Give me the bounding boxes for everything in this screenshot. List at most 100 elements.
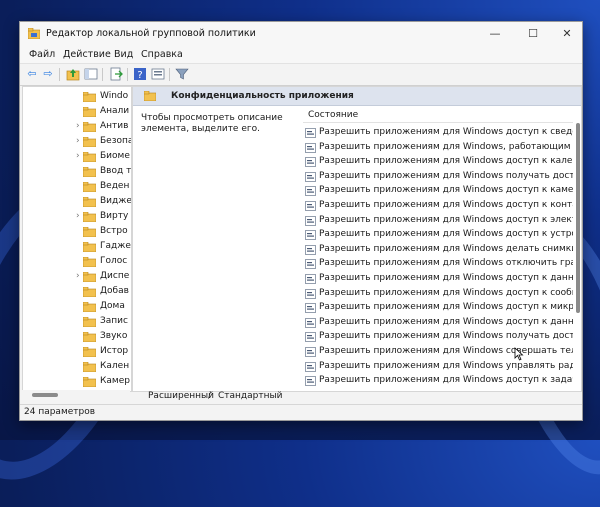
folder-icon <box>83 332 96 342</box>
minimize-button[interactable]: — <box>480 25 510 43</box>
folder-icon <box>144 91 156 101</box>
tree-item-label: Безопа <box>100 136 132 146</box>
maximize-button[interactable]: ☐ <box>518 25 548 43</box>
help-icon[interactable]: ? <box>133 67 147 81</box>
tree-item[interactable]: Звуко <box>23 330 131 344</box>
policy-row[interactable]: Разрешить приложениям для Windows доступ… <box>305 184 573 198</box>
back-arrow-icon[interactable]: ⇦ <box>25 67 39 81</box>
policy-row[interactable]: Разрешить приложениям для Windows доступ… <box>305 199 573 213</box>
tree-item-label: Виджe <box>100 196 132 206</box>
properties-icon[interactable] <box>151 67 165 81</box>
toolbar-separator <box>169 68 170 81</box>
chevron-right-icon[interactable]: › <box>76 121 80 131</box>
policy-setting-icon <box>305 171 316 182</box>
policy-setting-icon <box>305 157 316 168</box>
tree-item[interactable]: › Антив <box>23 120 131 134</box>
tree-item[interactable]: Виджe <box>23 195 131 209</box>
forward-arrow-icon[interactable]: ⇨ <box>41 67 55 81</box>
tree-item[interactable]: Веден <box>23 180 131 194</box>
tree-item[interactable]: Windo <box>23 90 131 104</box>
tree-item[interactable]: Истор <box>23 345 131 359</box>
tree-item[interactable]: Камер <box>23 375 131 389</box>
policy-row[interactable]: Разрешить приложениям для Windows, работ… <box>305 141 573 155</box>
chevron-right-icon[interactable]: › <box>76 151 80 161</box>
policy-row[interactable]: Разрешить приложениям для Windows отключ… <box>305 257 573 271</box>
filter-icon[interactable] <box>175 67 189 81</box>
tree-item[interactable]: Анали <box>23 105 131 119</box>
tree-item[interactable]: Добав <box>23 285 131 299</box>
policy-setting-icon <box>305 274 316 284</box>
folder-icon <box>83 212 96 222</box>
policy-name: Разрешить приложениям для Windows, работ… <box>319 141 573 152</box>
chevron-right-icon[interactable]: › <box>76 211 80 221</box>
tree-item[interactable]: › Диспе <box>23 270 131 284</box>
policy-setting-icon <box>305 244 316 255</box>
policy-name: Разрешить приложениям для Windows доступ… <box>319 287 573 298</box>
policy-name: Разрешить приложениям для Windows доступ… <box>319 214 573 225</box>
tree-item[interactable]: Запис <box>23 315 131 329</box>
policy-name: Разрешить приложениям для Windows получа… <box>319 170 573 181</box>
folder-icon <box>83 137 96 147</box>
tree-item-label: Ввод т <box>100 166 132 176</box>
toolbar-separator <box>59 68 60 81</box>
policy-row[interactable]: Разрешить приложениям для Windows получа… <box>305 170 573 184</box>
policy-row[interactable]: Разрешить приложениям для Windows доступ… <box>305 126 573 140</box>
policy-setting-icon <box>305 361 316 372</box>
policy-row[interactable]: Разрешить приложениям для Windows доступ… <box>305 287 573 301</box>
vertical-scrollbar-thumb[interactable] <box>576 123 580 313</box>
tree-item[interactable]: › Биоме <box>23 150 131 164</box>
tree-item[interactable]: › Безопа <box>23 135 131 149</box>
policy-row[interactable]: Разрешить приложениям для Windows доступ… <box>305 272 573 286</box>
menu-help[interactable]: Справка <box>141 49 183 60</box>
tree-item[interactable]: Кален <box>23 360 131 374</box>
svg-text:?: ? <box>137 70 142 81</box>
menu-view[interactable]: Вид <box>114 49 133 60</box>
gpedit-window: Редактор локальной групповой политики — … <box>19 21 583 421</box>
up-folder-icon[interactable] <box>66 67 80 81</box>
policy-setting-icon <box>305 288 316 299</box>
tree-item[interactable]: Ввод т <box>23 165 131 179</box>
menu-action[interactable]: Действие <box>63 49 111 60</box>
tree-item[interactable]: Гаджe <box>23 240 131 254</box>
tree-item-label: Windo <box>100 91 129 101</box>
toolbar: ⇦ ⇨ ? <box>20 63 582 86</box>
policy-row[interactable]: Разрешить приложениям для Windows доступ… <box>305 155 573 169</box>
policy-row[interactable]: Разрешить приложениям для Windows соверш… <box>305 345 573 359</box>
title-bar[interactable]: Редактор локальной групповой политики — … <box>20 22 582 46</box>
tree-item[interactable]: Голос <box>23 255 131 269</box>
tree-item-label: Диспе <box>100 271 130 281</box>
tree-item[interactable]: Встро <box>23 225 131 239</box>
tree-item[interactable]: Дома <box>23 300 131 314</box>
tab-extended[interactable]: Расширенный <box>148 390 214 402</box>
policy-row[interactable]: Разрешить приложениям для Windows доступ… <box>305 301 573 315</box>
scrollbar-thumb[interactable] <box>32 393 58 397</box>
policy-name: Разрешить приложениям для Windows соверш… <box>319 346 573 356</box>
policy-setting-icon <box>305 230 316 241</box>
policy-row[interactable]: Разрешить приложениям для Windows доступ… <box>305 316 573 330</box>
policy-name: Разрешить приложениям для Windows получа… <box>319 331 573 342</box>
status-bar: 24 параметров <box>20 404 582 420</box>
close-button[interactable]: ✕ <box>552 25 582 43</box>
column-divider <box>303 122 573 123</box>
policy-name: Разрешить приложениям для Windows доступ… <box>319 200 573 210</box>
folder-icon <box>83 227 96 237</box>
policy-row[interactable]: Разрешить приложениям для Windows доступ… <box>305 214 573 228</box>
export-list-icon[interactable] <box>109 67 123 81</box>
policy-row[interactable]: Разрешить приложениям для Windows получа… <box>305 330 573 344</box>
policy-row[interactable]: Разрешить приложениям для Windows управл… <box>305 360 573 374</box>
folder-icon <box>83 242 96 252</box>
chevron-right-icon[interactable]: › <box>76 136 80 146</box>
column-header-state[interactable]: Состояние <box>308 110 358 120</box>
menu-file[interactable]: Файл <box>29 49 55 60</box>
tab-separator: / <box>208 391 212 401</box>
policy-setting-icon <box>305 317 316 328</box>
policy-name: Разрешить приложениям для Windows доступ… <box>319 229 573 240</box>
policy-row[interactable]: Разрешить приложениям для Windows доступ… <box>305 228 573 242</box>
chevron-right-icon[interactable]: › <box>76 271 80 281</box>
policy-row[interactable]: Разрешить приложениям для Windows делать… <box>305 243 573 257</box>
tab-standard[interactable]: Стандартный <box>218 390 282 402</box>
tree-horizontal-scrollbar[interactable] <box>22 390 130 400</box>
policy-row[interactable]: Разрешить приложениям для Windows доступ… <box>305 374 573 388</box>
show-hide-tree-icon[interactable] <box>84 67 98 81</box>
tree-item[interactable]: › Вирту <box>23 210 131 224</box>
